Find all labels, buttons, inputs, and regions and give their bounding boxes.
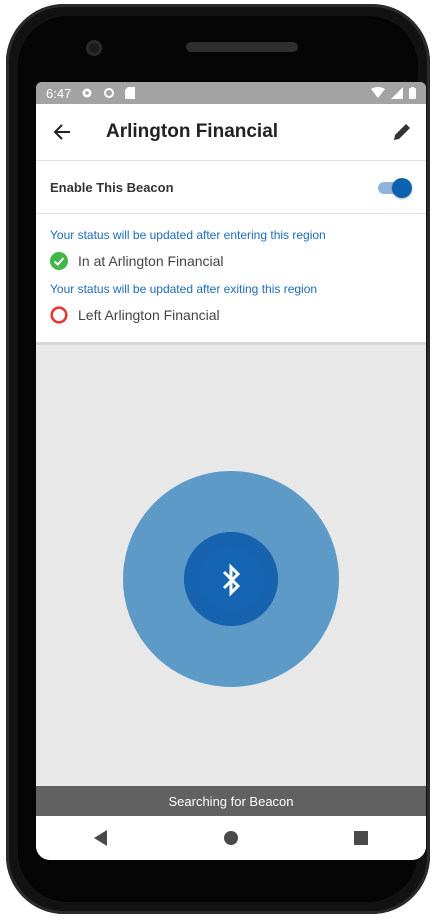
status-bar: 6:47 — [36, 82, 426, 104]
circle-icon — [104, 88, 115, 98]
system-nav-bar — [36, 816, 426, 860]
home-circle-icon — [224, 831, 238, 845]
enter-status: In at Arlington Financial — [50, 252, 412, 270]
nav-back-button[interactable] — [81, 823, 121, 853]
screen: 6:47 Arlington Financial Enable This Bea… — [36, 82, 426, 860]
enter-region-hint: Your status will be updated after enteri… — [50, 228, 326, 242]
signal-icon — [391, 87, 403, 99]
settings-icon — [82, 88, 92, 98]
check-circle-icon — [50, 252, 68, 270]
arrow-back-icon — [53, 124, 70, 140]
back-triangle-icon — [94, 830, 107, 846]
bluetooth-icon — [222, 563, 241, 597]
wifi-icon — [371, 87, 385, 98]
nav-recents-button[interactable] — [341, 823, 381, 853]
battery-icon — [409, 87, 416, 99]
app-bar: Arlington Financial — [36, 104, 426, 161]
enable-beacon-row: Enable This Beacon — [36, 161, 426, 214]
earpiece-speaker — [186, 42, 298, 52]
edit-button[interactable] — [378, 122, 426, 142]
searching-banner: Searching for Beacon — [36, 786, 426, 816]
exit-status: Left Arlington Financial — [50, 306, 412, 324]
recents-square-icon — [354, 831, 368, 845]
switch-thumb — [392, 178, 412, 198]
ring-icon — [50, 306, 68, 324]
page-title: Arlington Financial — [106, 121, 279, 142]
sd-card-icon — [125, 87, 136, 99]
status-time: 6:47 — [46, 85, 72, 101]
exit-region-hint: Your status will be updated after exitin… — [50, 282, 318, 296]
pencil-icon — [394, 124, 410, 140]
enter-status-text: In at Arlington Financial — [78, 253, 224, 269]
nav-home-button[interactable] — [211, 823, 251, 853]
back-button[interactable] — [36, 123, 88, 141]
beacon-scan-area — [36, 344, 426, 784]
exit-status-text: Left Arlington Financial — [78, 307, 220, 323]
region-info: Your status will be updated after enteri… — [36, 214, 426, 345]
front-camera — [86, 40, 102, 56]
enable-beacon-switch[interactable] — [376, 176, 412, 198]
phone-frame: 6:47 Arlington Financial Enable This Bea… — [6, 4, 430, 914]
enable-beacon-label: Enable This Beacon — [50, 179, 174, 195]
